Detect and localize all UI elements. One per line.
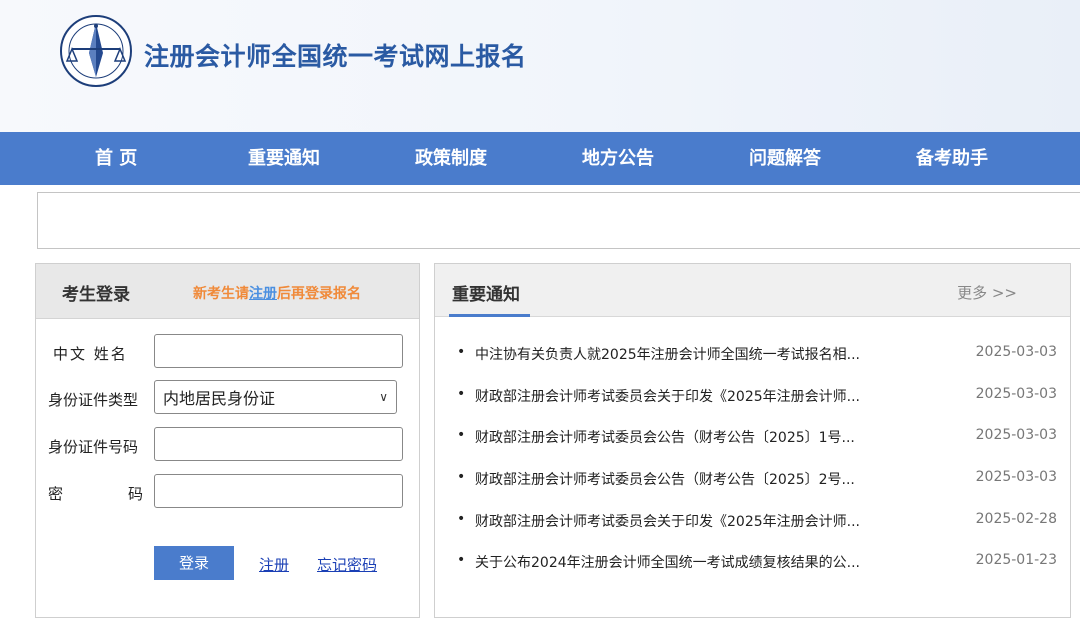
- login-panel: 考生登录 新考生请注册后再登录报名 中文 姓名 身份证件类型 内地居民身份证 ∨…: [35, 263, 420, 618]
- name-input[interactable]: [154, 334, 403, 368]
- login-panel-header: 考生登录 新考生请注册后再登录报名: [36, 264, 419, 319]
- id-number-input[interactable]: [154, 427, 403, 461]
- notice-title[interactable]: 中注协有关负责人就2025年注册会计师全国统一考试报名相...: [475, 344, 860, 364]
- bullet-icon: •: [457, 386, 466, 402]
- register-link[interactable]: 注册: [259, 554, 289, 575]
- name-label: 中文 姓名: [53, 345, 128, 363]
- site-title: 注册会计师全国统一考试网上报名: [144, 42, 527, 71]
- notice-date: 2025-02-28: [975, 511, 1057, 527]
- bullet-icon: •: [457, 552, 466, 568]
- id-type-value: 内地居民身份证: [163, 389, 276, 408]
- nav-faq[interactable]: 问题解答: [749, 132, 821, 185]
- notice-item[interactable]: • 中注协有关负责人就2025年注册会计师全国统一考试报名相... 2025-0…: [457, 344, 1057, 366]
- forgot-password-link[interactable]: 忘记密码: [317, 554, 377, 575]
- password-label-left: 密: [48, 485, 64, 503]
- notice-date: 2025-03-03: [975, 386, 1057, 402]
- notice-date: 2025-01-23: [975, 552, 1057, 568]
- notices-title: 重要通知: [452, 285, 520, 305]
- notice-item[interactable]: • 财政部注册会计师考试委员会关于印发《2025年注册会计师... 2025-0…: [457, 386, 1057, 408]
- password-input[interactable]: [154, 474, 403, 508]
- cicpa-emblem-icon[interactable]: [58, 13, 134, 89]
- notice-item[interactable]: • 财政部注册会计师考试委员会关于印发《2025年注册会计师... 2025-0…: [457, 511, 1057, 533]
- bullet-icon: •: [457, 511, 466, 527]
- notice-title[interactable]: 财政部注册会计师考试委员会公告（财考公告〔2025〕1号...: [475, 427, 855, 447]
- notice-title[interactable]: 财政部注册会计师考试委员会关于印发《2025年注册会计师...: [475, 386, 860, 406]
- notice-item[interactable]: • 财政部注册会计师考试委员会公告（财考公告〔2025〕2号... 2025-0…: [457, 469, 1057, 491]
- banner-area: [37, 192, 1080, 249]
- register-hint-prefix: 新考生请: [193, 286, 249, 302]
- nav-policies[interactable]: 政策制度: [415, 132, 487, 185]
- login-title: 考生登录: [62, 285, 130, 305]
- notices-title-underline: [449, 314, 530, 317]
- id-number-label: 身份证件号码: [48, 438, 139, 456]
- more-link[interactable]: 更多 >>: [957, 282, 1017, 303]
- bullet-icon: •: [457, 469, 466, 485]
- notice-title[interactable]: 关于公布2024年注册会计师全国统一考试成绩复核结果的公...: [475, 552, 860, 572]
- password-label-right: 码: [128, 485, 144, 503]
- notices-panel: 重要通知 更多 >> • 中注协有关负责人就2025年注册会计师全国统一考试报名…: [434, 263, 1071, 618]
- nav-exam-helper[interactable]: 备考助手: [916, 132, 988, 185]
- notice-date: 2025-03-03: [975, 469, 1057, 485]
- chevron-down-icon: ∨: [379, 390, 388, 404]
- register-hint: 新考生请注册后再登录报名: [193, 283, 361, 303]
- main-nav: 首 页 重要通知 政策制度 地方公告 问题解答 备考助手: [0, 132, 1080, 185]
- site-header: 注册会计师全国统一考试网上报名: [0, 0, 1080, 132]
- notices-header: 重要通知 更多 >>: [435, 264, 1070, 317]
- bullet-icon: •: [457, 344, 466, 360]
- register-hint-link[interactable]: 注册: [249, 286, 277, 302]
- bullet-icon: •: [457, 427, 466, 443]
- notice-title[interactable]: 财政部注册会计师考试委员会公告（财考公告〔2025〕2号...: [475, 469, 855, 489]
- notice-item[interactable]: • 财政部注册会计师考试委员会公告（财考公告〔2025〕1号... 2025-0…: [457, 427, 1057, 449]
- nav-important-notices[interactable]: 重要通知: [248, 132, 320, 185]
- notice-date: 2025-03-03: [975, 427, 1057, 443]
- id-type-label: 身份证件类型: [48, 391, 139, 409]
- nav-home[interactable]: 首 页: [95, 132, 137, 185]
- register-hint-suffix: 后再登录报名: [277, 286, 361, 302]
- login-button[interactable]: 登录: [154, 546, 234, 580]
- id-type-select[interactable]: 内地居民身份证 ∨: [154, 380, 397, 414]
- notice-title[interactable]: 财政部注册会计师考试委员会关于印发《2025年注册会计师...: [475, 511, 860, 531]
- notice-item[interactable]: • 关于公布2024年注册会计师全国统一考试成绩复核结果的公... 2025-0…: [457, 552, 1057, 574]
- notice-date: 2025-03-03: [975, 344, 1057, 360]
- nav-local-announcements[interactable]: 地方公告: [582, 132, 654, 185]
